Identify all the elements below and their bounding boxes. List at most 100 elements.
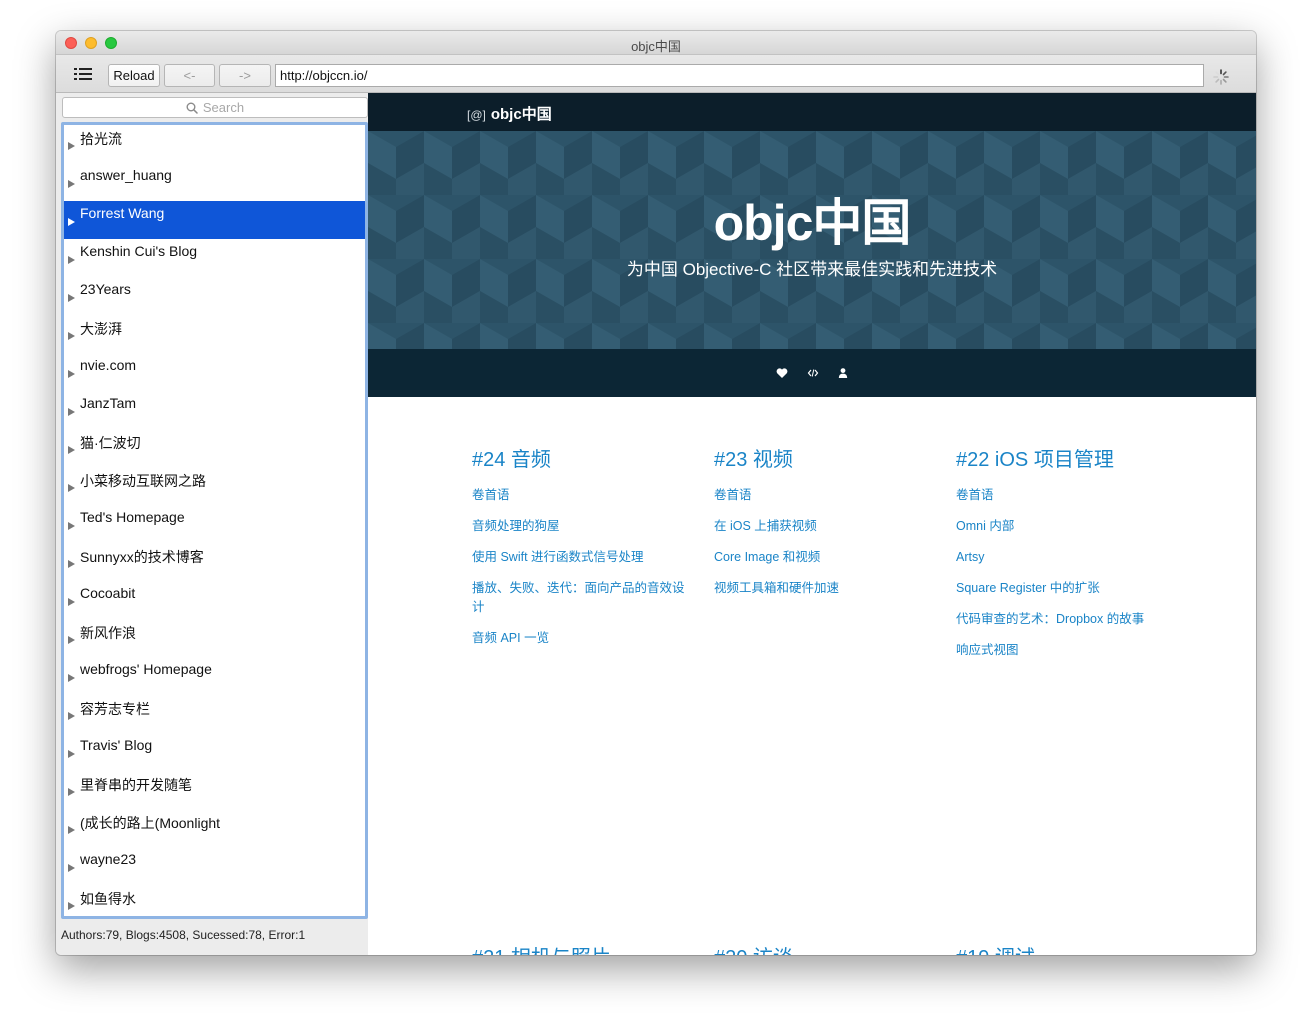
hero-banner: objc中国 为中国 Objective-C 社区带来最佳实践和先进技术 xyxy=(368,131,1256,349)
article-link[interactable]: 响应式视图 xyxy=(956,641,1176,660)
site-brand-link[interactable]: [@] objc中国 xyxy=(467,103,552,124)
article-link[interactable]: 卷首语 xyxy=(472,486,692,505)
article-link[interactable]: 播放、失败、迭代：面向产品的音效设计 xyxy=(472,579,692,617)
author-list-item[interactable]: Sunnyxx的技术博客 xyxy=(64,543,365,581)
sidebar: Search 拾光流 answer_huang Forrest Wang Kenshi… xyxy=(56,93,368,955)
author-list-item[interactable]: 如鱼得水 xyxy=(64,885,365,916)
app-window: objc中国 Reload <- -> http://objccn.io/ Se… xyxy=(56,31,1256,955)
user-icon[interactable] xyxy=(837,367,849,379)
disclosure-triangle-icon[interactable] xyxy=(68,180,75,188)
issue-title-link[interactable]: #23 视频 xyxy=(714,443,934,472)
disclosure-triangle-icon[interactable] xyxy=(68,826,75,834)
issue-title-link[interactable]: #22 iOS 项目管理 xyxy=(956,443,1176,472)
disclosure-triangle-icon[interactable] xyxy=(68,560,75,568)
list-menu-icon[interactable] xyxy=(74,67,94,83)
author-name: nvie.com xyxy=(80,357,137,373)
disclosure-triangle-icon[interactable] xyxy=(68,788,75,796)
article-link[interactable]: Square Register 中的扩张 xyxy=(956,579,1176,598)
author-list-item[interactable]: (成长的路上(Moonlight xyxy=(64,809,365,847)
disclosure-triangle-icon[interactable] xyxy=(68,332,75,340)
author-list-item[interactable]: 猫·仁波切 xyxy=(64,429,365,467)
heart-icon[interactable] xyxy=(776,367,788,379)
article-link[interactable]: 代码审查的艺术：Dropbox 的故事 xyxy=(956,610,1176,629)
status-bar-text: Authors:79, Blogs:4508, Sucessed:78, Err… xyxy=(61,928,306,942)
author-name: Kenshin Cui's Blog xyxy=(80,243,198,259)
disclosure-triangle-icon[interactable] xyxy=(68,674,75,682)
author-name: 拾光流 xyxy=(80,131,122,147)
disclosure-triangle-icon[interactable] xyxy=(68,256,75,264)
author-name: 猫·仁波切 xyxy=(80,435,141,451)
disclosure-triangle-icon[interactable] xyxy=(68,370,75,378)
author-list-item[interactable]: 新风作浪 xyxy=(64,619,365,657)
article-link[interactable]: Core Image 和视频 xyxy=(714,548,934,567)
social-icon-band xyxy=(368,349,1256,397)
author-list-item[interactable]: 里脊串的开发随笔 xyxy=(64,771,365,809)
disclosure-triangle-icon[interactable] xyxy=(68,598,75,606)
issue-column: #24 音频 卷首语音频处理的狗屋 使用 Swift 进行函数式信号处理播放、失败… xyxy=(472,443,692,660)
issue-title-link[interactable]: #21 相机与照片 xyxy=(472,941,611,955)
issue-column: #22 iOS 项目管理 卷首语 Omni 内部 Artsy Square Regis… xyxy=(956,443,1176,672)
author-name: Sunnyxx的技术博客 xyxy=(80,549,204,565)
author-list-item[interactable]: webfrogs' Homepage xyxy=(64,657,365,695)
disclosure-triangle-icon[interactable] xyxy=(68,294,75,302)
author-list-item[interactable]: 23Years xyxy=(64,277,365,315)
hero-subtitle: 为中国 Objective-C 社区带来最佳实践和先进技术 xyxy=(626,260,998,279)
title-bar: objc中国 xyxy=(56,31,1256,55)
disclosure-triangle-icon[interactable] xyxy=(68,750,75,758)
forward-button[interactable]: -> xyxy=(219,64,271,87)
toolbar: Reload <- -> http://objccn.io/ xyxy=(56,55,1256,93)
url-input[interactable]: http://objccn.io/ xyxy=(275,64,1204,87)
article-link[interactable]: 卷首语 xyxy=(714,486,934,505)
disclosure-triangle-icon[interactable] xyxy=(68,636,75,644)
author-name: 容芳志专栏 xyxy=(80,701,150,717)
disclosure-triangle-icon[interactable] xyxy=(68,522,75,530)
author-list-item[interactable]: nvie.com xyxy=(64,353,365,391)
back-button[interactable]: <- xyxy=(164,64,215,87)
loading-spinner-icon xyxy=(1213,69,1229,85)
disclosure-triangle-icon[interactable] xyxy=(68,864,75,872)
article-link[interactable]: Omni 内部 xyxy=(956,517,1176,536)
issue-title-link[interactable]: #19 调试 xyxy=(956,941,1035,955)
disclosure-triangle-icon[interactable] xyxy=(68,142,75,150)
disclosure-triangle-icon[interactable] xyxy=(68,712,75,720)
disclosure-triangle-icon[interactable] xyxy=(68,446,75,454)
search-placeholder: Search xyxy=(202,100,245,115)
article-link[interactable]: 卷首语 xyxy=(956,486,1176,505)
author-list-item[interactable]: JanzTam xyxy=(64,391,365,429)
brand-bracket-logo: [@] xyxy=(467,108,486,122)
disclosure-triangle-icon[interactable] xyxy=(68,408,75,416)
disclosure-triangle-icon[interactable] xyxy=(68,484,75,492)
article-link[interactable]: Artsy xyxy=(956,548,1176,567)
hero-title: objc中国 xyxy=(713,195,912,251)
window-title: objc中国 xyxy=(631,39,681,54)
author-list-item[interactable]: Kenshin Cui's Blog xyxy=(64,239,365,277)
author-list-item[interactable]: 大澎湃 xyxy=(64,315,365,353)
author-list-item[interactable]: Travis' Blog xyxy=(64,733,365,771)
author-name: 如鱼得水 xyxy=(80,891,136,907)
author-list-item[interactable]: answer_huang xyxy=(64,163,365,201)
disclosure-triangle-icon[interactable] xyxy=(68,902,75,910)
author-list-item[interactable]: Cocoabit xyxy=(64,581,365,619)
code-icon[interactable] xyxy=(807,367,819,379)
author-list-item[interactable]: 拾光流 xyxy=(64,125,365,163)
disclosure-triangle-icon[interactable] xyxy=(68,218,75,226)
author-list-item[interactable]: Ted's Homepage xyxy=(64,505,365,543)
author-list-item[interactable]: Forrest Wang xyxy=(64,201,365,239)
issue-title-link[interactable]: #20 访谈 xyxy=(714,941,793,955)
article-link[interactable]: 音频处理的狗屋 xyxy=(472,517,692,536)
author-name: answer_huang xyxy=(80,167,172,183)
author-name: 里脊串的开发随笔 xyxy=(80,777,192,793)
web-view[interactable]: [@] objc中国 objc中国 为中国 Objective-C 社区带来最佳实… xyxy=(368,93,1256,955)
reload-button[interactable]: Reload xyxy=(108,64,160,87)
search-input[interactable]: Search xyxy=(62,97,368,118)
article-link[interactable]: 视频工具箱和硬件加速 xyxy=(714,579,934,598)
author-list[interactable]: 拾光流 answer_huang Forrest Wang Kenshin Cui's… xyxy=(61,122,368,919)
author-list-item[interactable]: 容芳志专栏 xyxy=(64,695,365,733)
author-list-item[interactable]: wayne23 xyxy=(64,847,365,885)
issue-title-link[interactable]: #24 音频 xyxy=(472,443,692,472)
article-link[interactable]: 在 iOS 上捕获视频 xyxy=(714,517,934,536)
article-link[interactable]: 音频 API 一览 xyxy=(472,629,692,648)
author-name: Cocoabit xyxy=(80,585,136,601)
author-list-item[interactable]: 小菜移动互联网之路 xyxy=(64,467,365,505)
article-link[interactable]: 使用 Swift 进行函数式信号处理 xyxy=(472,548,692,567)
